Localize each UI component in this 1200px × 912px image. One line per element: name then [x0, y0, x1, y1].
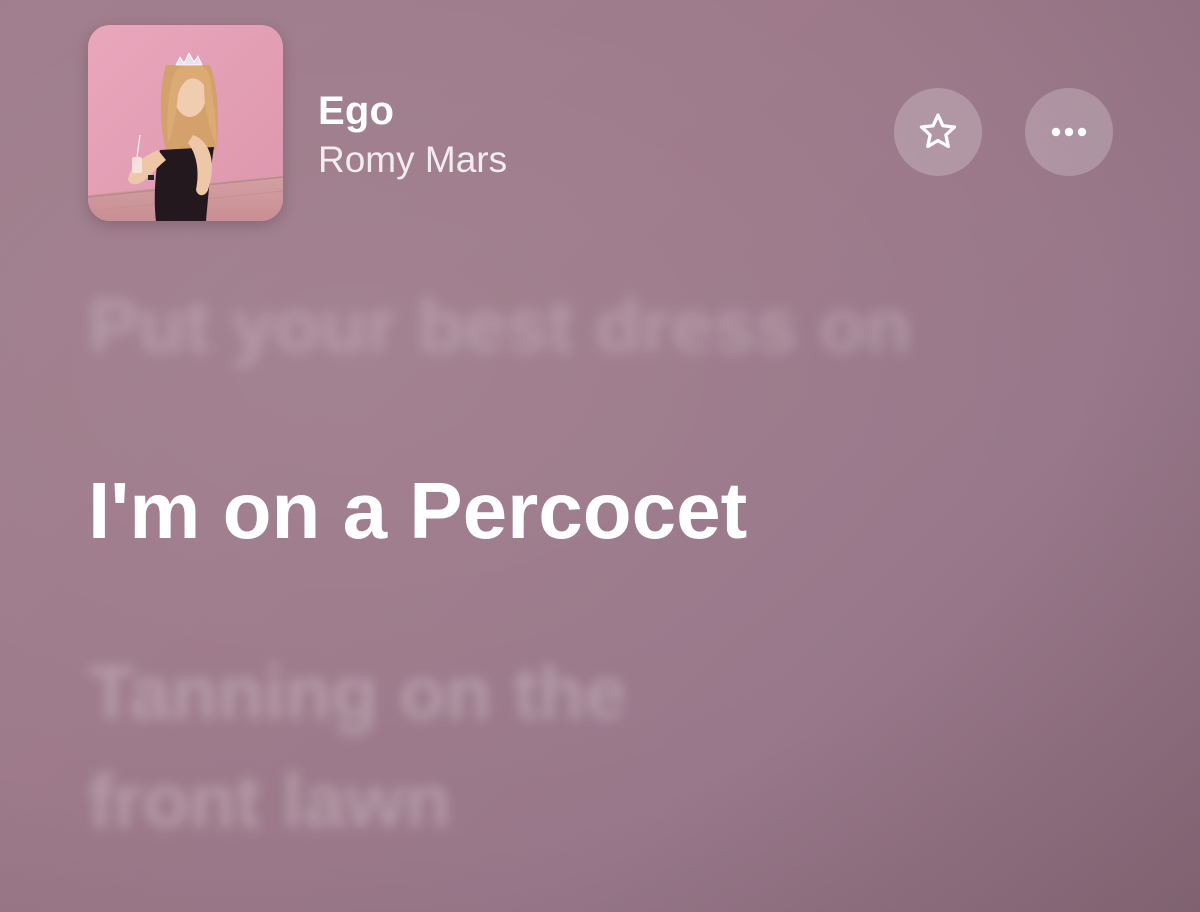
track-info: Ego Romy Mars [318, 88, 507, 182]
album-artwork-image [88, 25, 283, 221]
lyric-line-next-part-1: Tanning on the [88, 651, 627, 736]
track-title[interactable]: Ego [318, 88, 507, 134]
track-artist[interactable]: Romy Mars [318, 138, 507, 182]
lyric-line-previous[interactable]: Put your best dress on [88, 282, 912, 372]
album-artwork[interactable] [88, 25, 283, 221]
favorite-button[interactable] [894, 88, 982, 176]
ellipsis-icon [1051, 127, 1087, 137]
star-icon [919, 113, 957, 149]
lyric-line-next[interactable]: Tanning on the front lawn [88, 640, 788, 856]
lyric-line-current[interactable]: I'm on a Percocet [88, 466, 747, 556]
more-options-button[interactable] [1025, 88, 1113, 176]
lyric-line-next-part-2: front lawn [88, 759, 452, 844]
